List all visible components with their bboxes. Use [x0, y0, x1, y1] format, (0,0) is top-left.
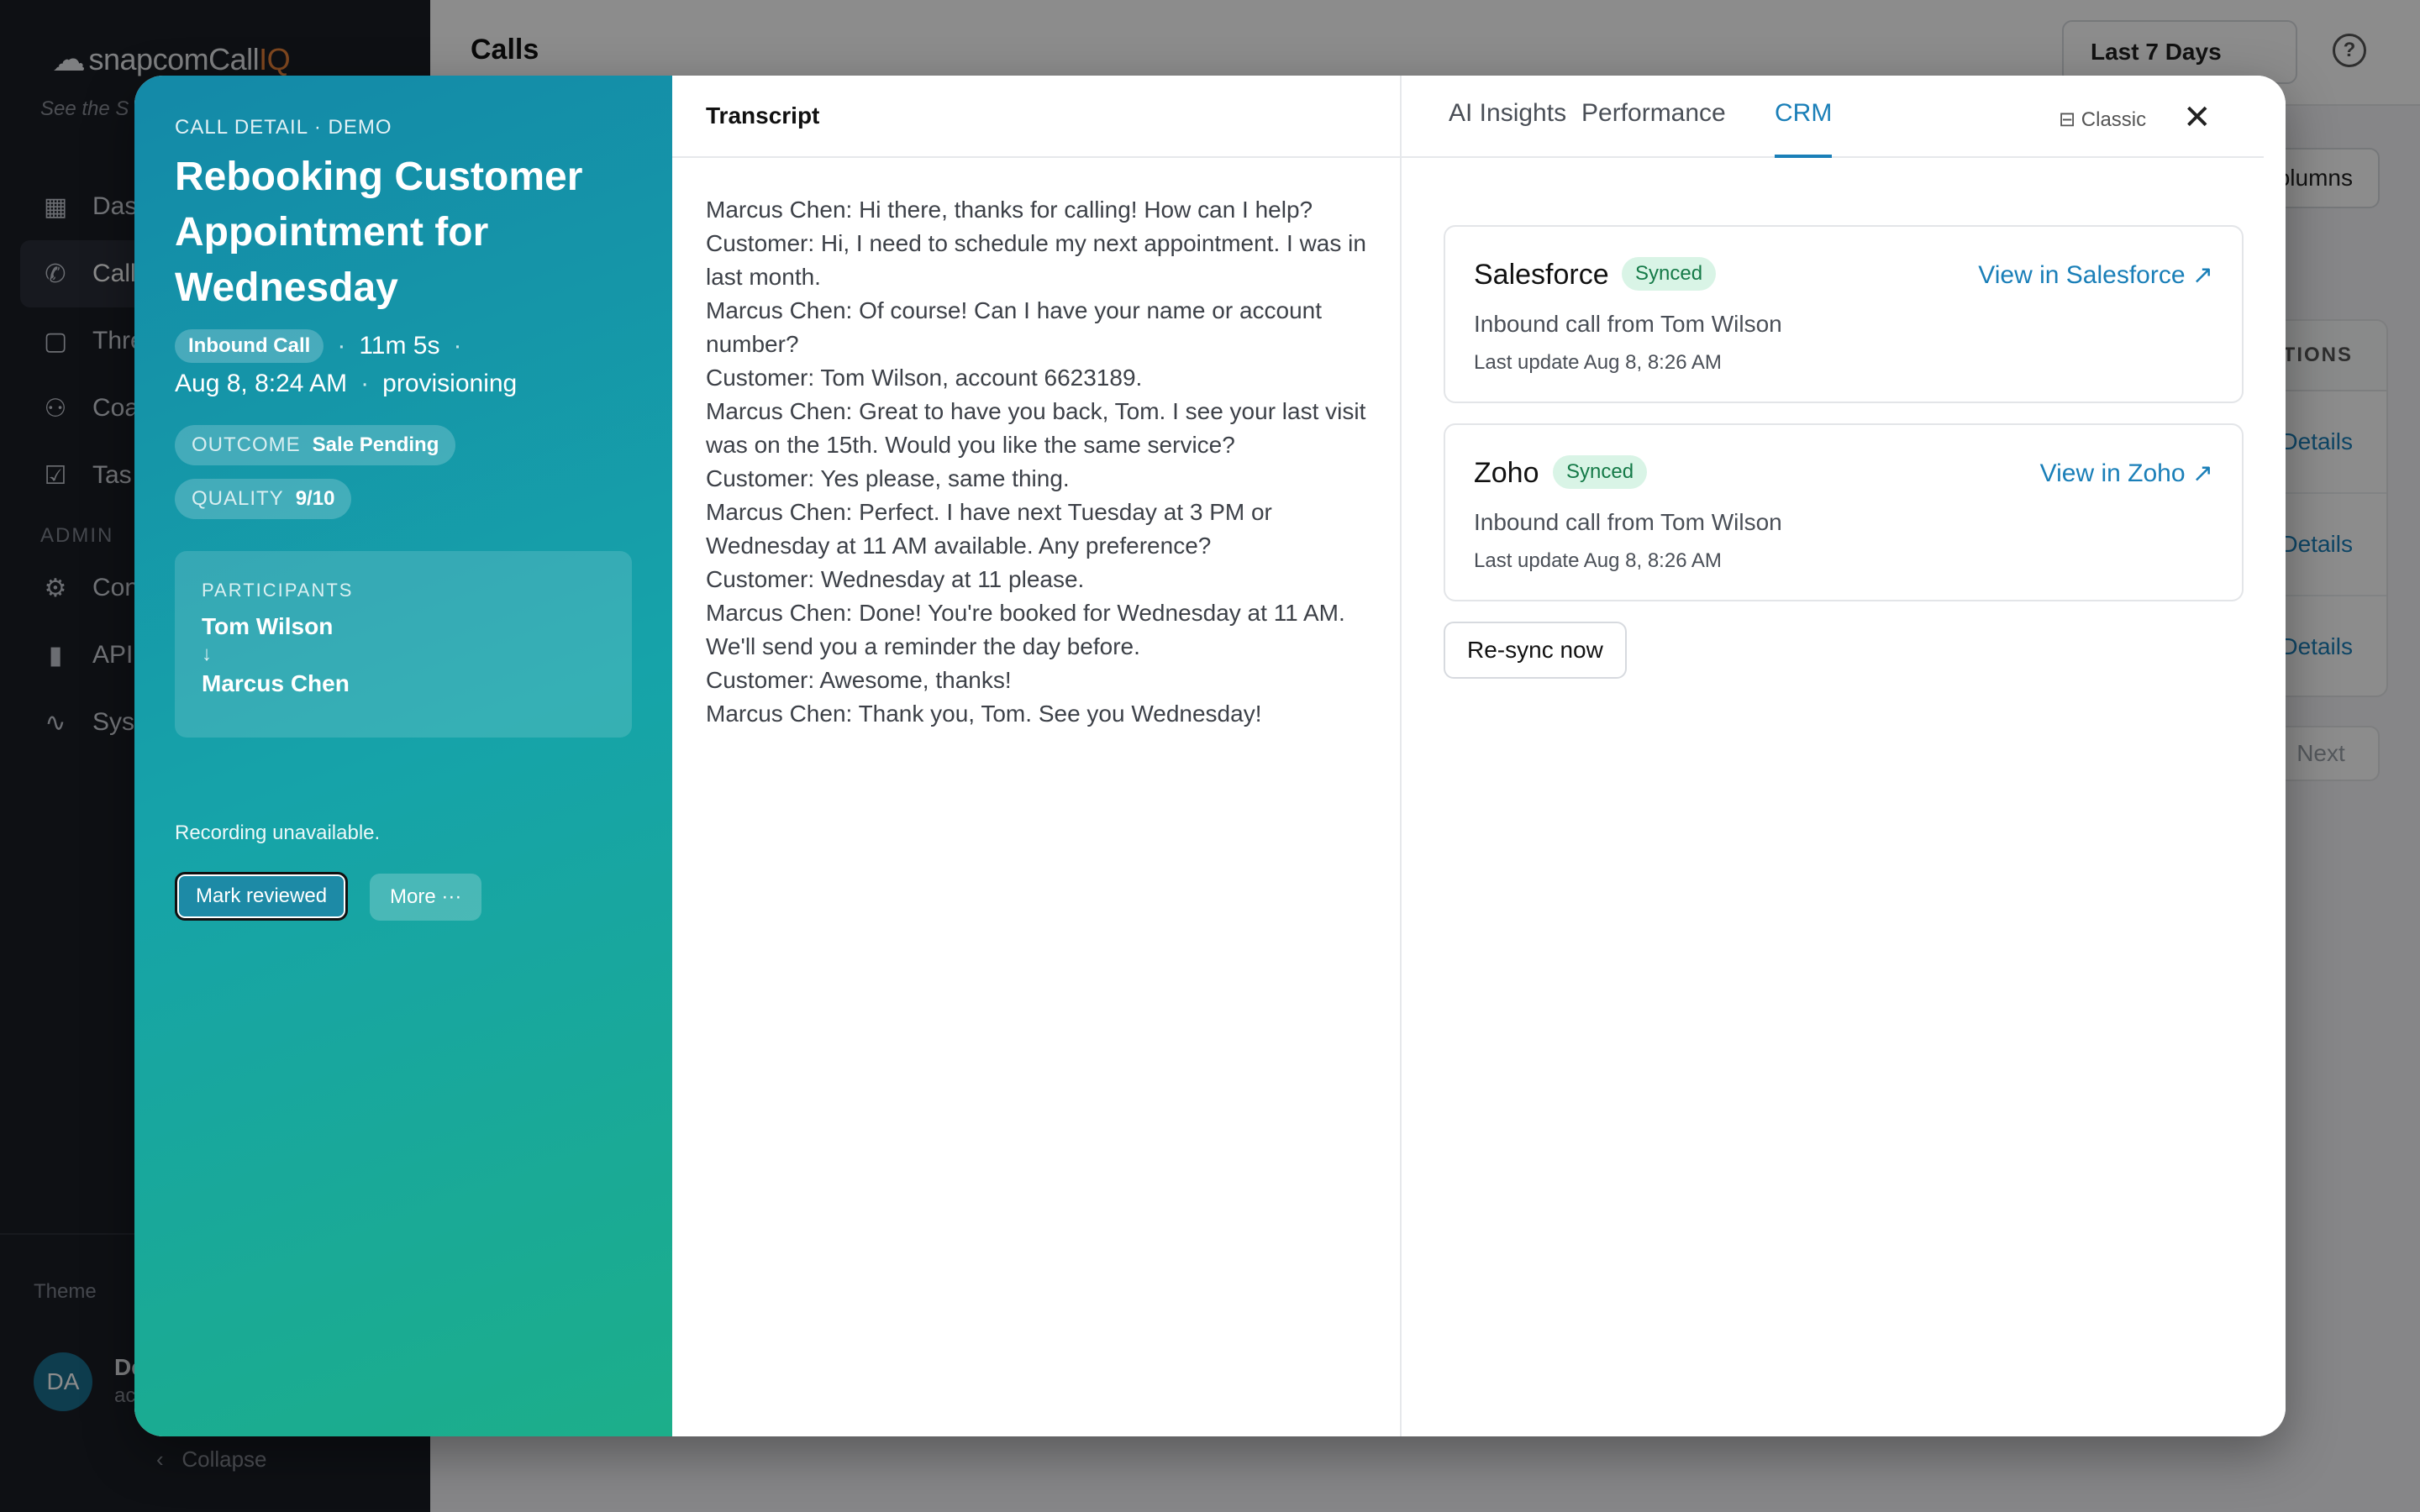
- participant-from: Tom Wilson: [202, 613, 334, 639]
- tab-crm[interactable]: CRM: [1775, 99, 1833, 158]
- transcript-line: Marcus Chen: Hi there, thanks for callin…: [706, 197, 1313, 223]
- crm-description: Inbound call from Tom Wilson: [1474, 311, 1782, 337]
- transcript-line: Marcus Chen: Thank you, Tom. See you Wed…: [706, 701, 1262, 727]
- participants-card: PARTICIPANTS Tom Wilson ↓ Marcus Chen: [175, 551, 632, 738]
- call-duration: 11m 5s: [359, 332, 440, 360]
- quality-value: 9/10: [295, 487, 335, 510]
- call-detail-modal: CALL DETAIL · DEMO Rebooking Customer Ap…: [134, 76, 2286, 1436]
- call-meta: Inbound Call · 11m 5s ·: [175, 329, 475, 363]
- separator-dot: ·: [453, 332, 462, 360]
- transcript-line: Customer: Awesome, thanks!: [706, 667, 1012, 693]
- arrow-down-icon: ↓: [202, 643, 212, 665]
- transcript-line: Marcus Chen: Done! You're booked for Wed…: [706, 600, 1345, 659]
- transcript-line: Customer: Tom Wilson, account 6623189.: [706, 365, 1143, 391]
- tab-performance[interactable]: Performance: [1581, 99, 1726, 158]
- outcome-value: Sale Pending: [312, 433, 439, 456]
- quality-label: QUALITY: [192, 487, 284, 510]
- transcript-panel: Transcript Marcus Chen: Hi there, thanks…: [672, 76, 1402, 1436]
- more-button[interactable]: More ···: [370, 874, 482, 921]
- detail-tabs: AI Insights Performance CRM ⊟ Classic ✕: [1402, 76, 2264, 158]
- separator-dot: ·: [337, 332, 346, 360]
- crm-last-update: Last update Aug 8, 8:26 AM: [1474, 549, 1722, 572]
- call-type-chip: Inbound Call: [175, 329, 324, 363]
- call-status: provisioning: [382, 370, 518, 397]
- view-in-zoho-link[interactable]: View in Zoho ↗: [2040, 459, 2213, 488]
- crm-card-zoho: Zoho Synced View in Zoho ↗ Inbound call …: [1444, 423, 2244, 601]
- transcript-line: Customer: Hi, I need to schedule my next…: [706, 230, 1366, 290]
- classic-view-toggle[interactable]: ⊟ Classic: [2059, 108, 2146, 132]
- transcript-line: Marcus Chen: Perfect. I have next Tuesda…: [706, 499, 1272, 559]
- crm-card-salesforce: Salesforce Synced View in Salesforce ↗ I…: [1444, 225, 2244, 403]
- crm-name: Zoho: [1474, 457, 1539, 489]
- transcript-title: Transcript: [672, 76, 1400, 158]
- quality-pill: QUALITY 9/10: [175, 479, 352, 519]
- transcript-line: Marcus Chen: Of course! Can I have your …: [706, 297, 1323, 357]
- close-icon[interactable]: ✕: [2183, 101, 2212, 134]
- crm-name: Salesforce: [1474, 259, 1609, 291]
- view-in-salesforce-link[interactable]: View in Salesforce ↗: [1978, 260, 2213, 290]
- crm-description: Inbound call from Tom Wilson: [1474, 509, 1782, 535]
- participants-label: PARTICIPANTS: [202, 580, 354, 601]
- modal-eyebrow: CALL DETAIL · DEMO: [175, 116, 392, 139]
- details-panel: AI Insights Performance CRM ⊟ Classic ✕ …: [1402, 76, 2286, 1436]
- participant-to: Marcus Chen: [202, 670, 350, 696]
- status-badge: Synced: [1553, 455, 1648, 489]
- crm-last-update: Last update Aug 8, 8:26 AM: [1474, 351, 1722, 374]
- call-meta-secondary: Aug 8, 8:24 AM · provisioning: [175, 370, 517, 398]
- recording-status: Recording unavailable.: [175, 822, 381, 844]
- mark-reviewed-button[interactable]: Mark reviewed: [175, 872, 349, 921]
- separator-dot: ·: [360, 370, 370, 397]
- outcome-pill: OUTCOME Sale Pending: [175, 425, 456, 465]
- call-summary-panel: CALL DETAIL · DEMO Rebooking Customer Ap…: [134, 76, 672, 1436]
- resync-button[interactable]: Re-sync now: [1444, 622, 1627, 679]
- transcript-body: Marcus Chen: Hi there, thanks for callin…: [672, 158, 1400, 766]
- tab-ai-insights[interactable]: AI Insights: [1449, 99, 1566, 158]
- outcome-label: OUTCOME: [192, 433, 301, 456]
- transcript-line: Marcus Chen: Great to have you back, Tom…: [706, 398, 1366, 458]
- transcript-line: Customer: Wednesday at 11 please.: [706, 566, 1085, 592]
- call-title: Rebooking Customer Appointment for Wedne…: [175, 155, 583, 310]
- call-datetime: Aug 8, 8:24 AM: [175, 370, 348, 397]
- status-badge: Synced: [1622, 257, 1717, 291]
- transcript-line: Customer: Yes please, same thing.: [706, 465, 1070, 491]
